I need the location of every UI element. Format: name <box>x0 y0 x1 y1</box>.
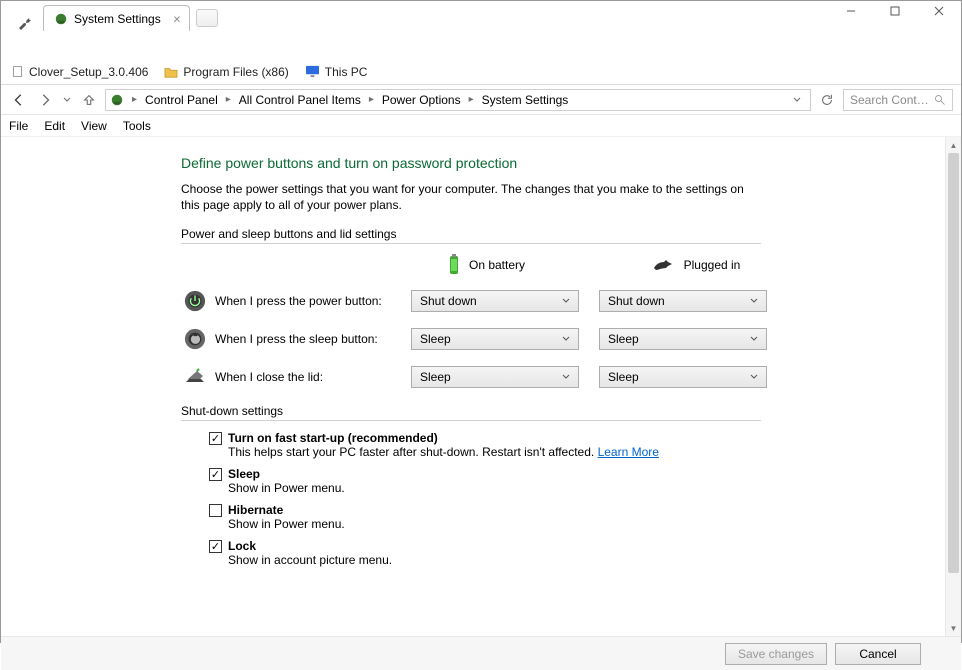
checkbox-description: Show in account picture menu. <box>228 553 769 567</box>
power-button-plugged-select[interactable]: Shut down <box>599 290 767 312</box>
cancel-button[interactable]: Cancel <box>835 643 921 665</box>
checkbox-label: Hibernate <box>228 503 283 517</box>
page-description: Choose the power settings that you want … <box>181 181 761 213</box>
section-title: Shut-down settings <box>181 404 761 421</box>
nav-forward-button[interactable] <box>35 90 55 110</box>
fast-startup-checkbox[interactable]: ✓ <box>209 432 222 445</box>
bookmark-item[interactable]: Clover_Setup_3.0.406 <box>11 65 148 79</box>
setting-label: When I press the sleep button: <box>215 332 411 346</box>
chevron-right-icon[interactable]: ▸ <box>367 94 376 105</box>
save-changes-button[interactable]: Save changes <box>725 643 827 665</box>
checkbox-description: Show in Power menu. <box>228 517 769 531</box>
scroll-down-button[interactable]: ▼ <box>946 620 961 636</box>
hibernate-checkbox[interactable] <box>209 504 222 517</box>
menu-bar: File Edit View Tools <box>1 115 961 137</box>
checkbox-description: Show in Power menu. <box>228 481 769 495</box>
chevron-right-icon[interactable]: ▸ <box>130 94 139 105</box>
setting-label: When I press the power button: <box>215 294 411 308</box>
tab-title: System Settings <box>74 12 161 26</box>
power-button-icon <box>181 290 209 312</box>
nav-up-button[interactable] <box>79 90 99 110</box>
menu-file[interactable]: File <box>9 119 28 133</box>
folder-icon <box>164 66 178 78</box>
nav-back-button[interactable] <box>9 90 29 110</box>
power-options-icon <box>54 12 68 26</box>
maximize-button[interactable] <box>873 1 917 21</box>
tab-close-icon[interactable]: × <box>173 11 181 26</box>
address-bar[interactable]: ▸ Control Panel ▸ All Control Panel Item… <box>105 89 811 111</box>
sleep-button-battery-select[interactable]: Sleep <box>411 328 579 350</box>
lock-checkbox[interactable]: ✓ <box>209 540 222 553</box>
vertical-scrollbar[interactable]: ▲ ▼ <box>945 137 961 636</box>
search-placeholder: Search Contr... <box>850 93 930 107</box>
page-title: Define power buttons and turn on passwor… <box>181 155 905 171</box>
checkbox-label: Lock <box>228 539 256 553</box>
lid-battery-select[interactable]: Sleep <box>411 366 579 388</box>
battery-icon <box>447 254 461 276</box>
lid-icon <box>181 368 209 386</box>
search-icon <box>934 94 946 106</box>
tab-system-settings[interactable]: System Settings × <box>43 5 190 31</box>
checkbox-label: Sleep <box>228 467 260 481</box>
chevron-down-icon[interactable] <box>792 95 802 105</box>
chevron-right-icon[interactable]: ▸ <box>467 94 476 105</box>
menu-view[interactable]: View <box>81 119 107 133</box>
monitor-icon <box>305 65 320 78</box>
column-header-battery: On battery <box>469 258 525 272</box>
breadcrumb[interactable]: All Control Panel Items <box>235 90 365 110</box>
scroll-thumb[interactable] <box>948 153 959 573</box>
power-options-icon <box>110 93 124 107</box>
checkbox-label: Turn on fast start-up (recommended) <box>228 431 438 445</box>
search-input[interactable]: Search Contr... <box>843 89 953 111</box>
breadcrumb[interactable]: System Settings <box>478 90 573 110</box>
menu-tools[interactable]: Tools <box>123 119 151 133</box>
nav-history-dropdown[interactable] <box>61 96 73 104</box>
sleep-button-icon <box>181 328 209 350</box>
minimize-button[interactable] <box>829 1 873 21</box>
bookmark-item[interactable]: This PC <box>305 65 368 79</box>
learn-more-link[interactable]: Learn More <box>598 445 659 459</box>
file-icon <box>11 65 24 78</box>
chevron-right-icon[interactable]: ▸ <box>224 94 233 105</box>
bookmark-label: Program Files (x86) <box>183 65 288 79</box>
section-title: Power and sleep buttons and lid settings <box>181 227 761 244</box>
bookmark-label: This PC <box>325 65 368 79</box>
power-button-battery-select[interactable]: Shut down <box>411 290 579 312</box>
lid-plugged-select[interactable]: Sleep <box>599 366 767 388</box>
bookmark-bar: Clover_Setup_3.0.406 Program Files (x86)… <box>1 59 961 85</box>
refresh-button[interactable] <box>817 90 837 110</box>
sleep-checkbox[interactable]: ✓ <box>209 468 222 481</box>
app-menu-icon[interactable] <box>9 15 39 31</box>
checkbox-description: This helps start your PC faster after sh… <box>228 445 594 459</box>
setting-label: When I close the lid: <box>215 370 411 384</box>
close-button[interactable] <box>917 1 961 21</box>
bookmark-label: Clover_Setup_3.0.406 <box>29 65 148 79</box>
breadcrumb[interactable]: Power Options <box>378 90 465 110</box>
bookmark-item[interactable]: Program Files (x86) <box>164 65 288 79</box>
plug-icon <box>652 258 676 272</box>
sleep-button-plugged-select[interactable]: Sleep <box>599 328 767 350</box>
breadcrumb[interactable]: Control Panel <box>141 90 222 110</box>
new-tab-button[interactable] <box>196 9 218 27</box>
column-header-plugged: Plugged in <box>684 258 741 272</box>
scroll-up-button[interactable]: ▲ <box>946 137 961 153</box>
menu-edit[interactable]: Edit <box>44 119 65 133</box>
